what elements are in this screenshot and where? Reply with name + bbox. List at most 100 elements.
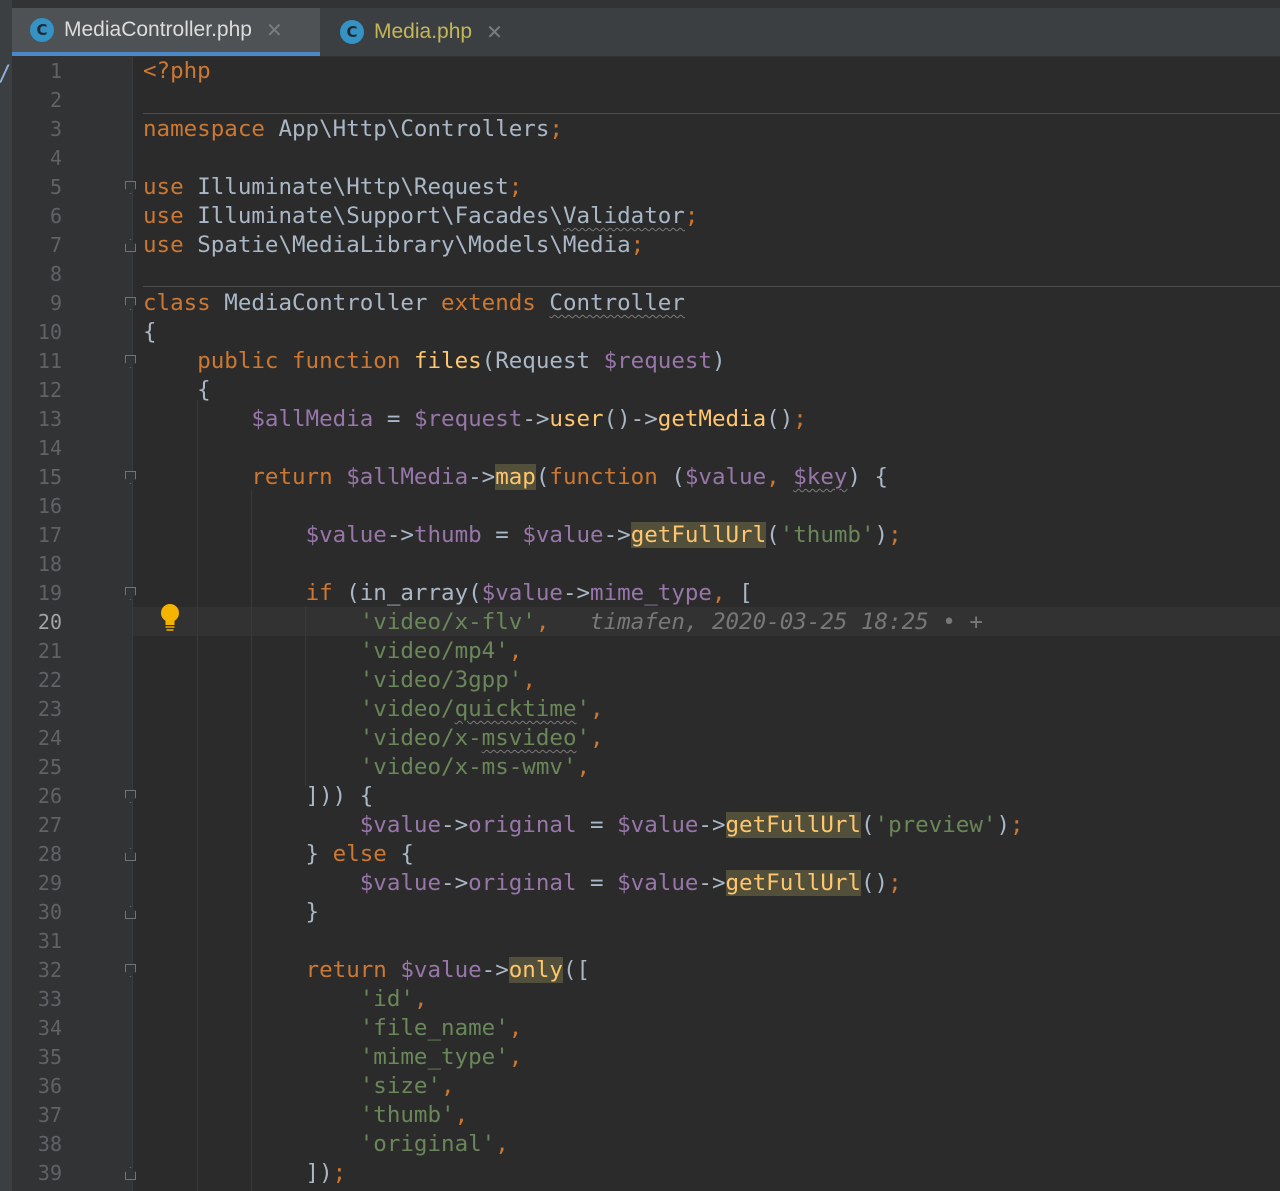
code-line[interactable]: [143, 927, 1280, 956]
code-line[interactable]: 'video/3gpp',: [143, 666, 1280, 695]
code-line[interactable]: {: [143, 376, 1280, 405]
line-number[interactable]: 28: [12, 840, 136, 869]
code-line[interactable]: $value->original = $value->getFullUrl();: [143, 869, 1280, 898]
code-line[interactable]: 'thumb',: [143, 1101, 1280, 1130]
line-number[interactable]: 18: [12, 550, 132, 579]
line-number-text: 27: [37, 813, 62, 837]
line-number[interactable]: 21: [12, 637, 132, 666]
code-line[interactable]: 'original',: [143, 1130, 1280, 1159]
line-number[interactable]: 16: [12, 492, 132, 521]
code-line[interactable]: 'video/mp4',: [143, 637, 1280, 666]
line-number[interactable]: 17: [12, 521, 132, 550]
line-number[interactable]: 32: [12, 956, 136, 985]
line-number[interactable]: 19: [12, 579, 136, 608]
code-line[interactable]: [143, 86, 1280, 115]
line-number[interactable]: 1: [12, 57, 132, 86]
code-line[interactable]: use Spatie\MediaLibrary\Models\Media;: [143, 231, 1280, 260]
lightbulb-icon[interactable]: [157, 603, 183, 633]
line-number[interactable]: 35: [12, 1043, 132, 1072]
line-number[interactable]: 29: [12, 869, 132, 898]
code-line[interactable]: $value->thumb = $value->getFullUrl('thum…: [143, 521, 1280, 550]
code-line[interactable]: }: [143, 898, 1280, 927]
code-token: namespace: [143, 116, 279, 142]
line-number[interactable]: 39: [12, 1159, 136, 1188]
code-line[interactable]: 'video/quicktime',: [143, 695, 1280, 724]
code-token: ): [874, 522, 889, 548]
code-token: 'id': [359, 986, 414, 1012]
code-line[interactable]: $value->original = $value->getFullUrl('p…: [143, 811, 1280, 840]
line-number[interactable]: 34: [12, 1014, 132, 1043]
code-line[interactable]: 'video/x-msvideo',: [143, 724, 1280, 753]
code-line[interactable]: {: [143, 318, 1280, 347]
line-number[interactable]: 11: [12, 347, 136, 376]
code-token: =: [373, 406, 414, 432]
tab-label: MediaController.php: [64, 18, 252, 41]
code-line[interactable]: } else {: [143, 840, 1280, 869]
line-number[interactable]: 24: [12, 724, 132, 753]
line-number-text: 22: [37, 668, 62, 692]
line-number[interactable]: 30: [12, 898, 136, 927]
line-number[interactable]: 9: [12, 289, 136, 318]
code-token: (): [766, 406, 794, 432]
code-line[interactable]: [143, 550, 1280, 579]
line-number[interactable]: 23: [12, 695, 132, 724]
code-line[interactable]: return $allMedia->map(function ($value, …: [143, 463, 1280, 492]
line-number[interactable]: 13: [12, 405, 132, 434]
line-number[interactable]: 5: [12, 173, 136, 202]
code-token: Controller: [549, 290, 685, 316]
line-number[interactable]: 31: [12, 927, 132, 956]
line-number[interactable]: 37: [12, 1101, 132, 1130]
line-number[interactable]: 27: [12, 811, 132, 840]
code-line[interactable]: public function files(Request $request): [143, 347, 1280, 376]
code-token: $value: [359, 812, 442, 838]
line-number[interactable]: 38: [12, 1130, 132, 1159]
code-line[interactable]: [143, 434, 1280, 463]
code-line[interactable]: ]);: [143, 1159, 1280, 1188]
line-number-text: 34: [37, 1016, 62, 1040]
code-line[interactable]: 'video/x-flv', timafen, 2020-03-25 18:25…: [143, 608, 1280, 637]
code-line[interactable]: 'video/x-ms-wmv',: [143, 753, 1280, 782]
code-line[interactable]: 'mime_type',: [143, 1043, 1280, 1072]
code-line[interactable]: [143, 144, 1280, 173]
line-number[interactable]: 15: [12, 463, 136, 492]
code-line[interactable]: 'size',: [143, 1072, 1280, 1101]
code-line[interactable]: 'file_name',: [143, 1014, 1280, 1043]
code-token: {: [143, 377, 211, 403]
code-line[interactable]: return $value->only([: [143, 956, 1280, 985]
line-number-text: 5: [49, 175, 62, 199]
line-number-text: 13: [37, 407, 62, 431]
line-number[interactable]: 33: [12, 985, 132, 1014]
code-line[interactable]: [143, 260, 1280, 289]
line-number[interactable]: 14: [12, 434, 132, 463]
line-number[interactable]: 25: [12, 753, 132, 782]
code-token: 'size': [359, 1073, 442, 1099]
line-number[interactable]: 36: [12, 1072, 132, 1101]
tab-media-php[interactable]: C Media.php ✕: [322, 8, 522, 56]
code-line[interactable]: 'id',: [143, 985, 1280, 1014]
code-line[interactable]: <?php: [143, 57, 1280, 86]
line-number[interactable]: 2: [12, 86, 132, 115]
code-line[interactable]: use Illuminate\Support\Facades\Validator…: [143, 202, 1280, 231]
line-number[interactable]: 20: [12, 608, 132, 637]
tab-mediacontroller-php[interactable]: C MediaController.php ✕: [12, 8, 320, 56]
line-number[interactable]: 26: [12, 782, 136, 811]
line-number-text: 38: [37, 1132, 62, 1156]
close-icon[interactable]: ✕: [486, 20, 503, 45]
line-number[interactable]: 10: [12, 318, 132, 347]
line-number[interactable]: 3: [12, 115, 132, 144]
code-line[interactable]: ])) {: [143, 782, 1280, 811]
code-token: $request: [413, 406, 523, 432]
line-number[interactable]: 12: [12, 376, 132, 405]
code-line[interactable]: namespace App\Http\Controllers;: [143, 115, 1280, 144]
code-line[interactable]: class MediaController extends Controller: [143, 289, 1280, 318]
line-number[interactable]: 4: [12, 144, 132, 173]
code-line[interactable]: $allMedia = $request->user()->getMedia()…: [143, 405, 1280, 434]
line-number[interactable]: 8: [12, 260, 132, 289]
line-number[interactable]: 7: [12, 231, 136, 260]
close-icon[interactable]: ✕: [266, 18, 283, 43]
code-line[interactable]: use Illuminate\Http\Request;: [143, 173, 1280, 202]
line-number[interactable]: 6: [12, 202, 132, 231]
code-line[interactable]: if (in_array($value->mime_type, [: [143, 579, 1280, 608]
code-line[interactable]: [143, 492, 1280, 521]
line-number[interactable]: 22: [12, 666, 132, 695]
